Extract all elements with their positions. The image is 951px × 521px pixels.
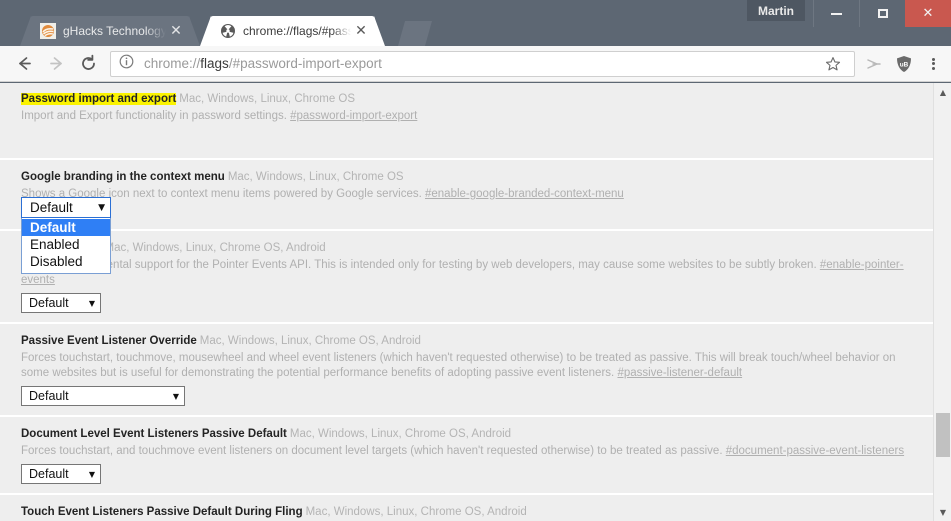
back-button[interactable] [8,48,40,80]
flag-title: Password import and export [21,93,177,105]
flag-description: Forces touchstart, touchmove, mousewheel… [21,352,896,379]
flag-platforms: Mac, Windows, Linux, Chrome OS [179,93,356,105]
flag-row: Password import and export Mac, Windows, … [0,83,933,160]
flag-permalink[interactable]: #document-passive-event-listeners [726,445,904,457]
tab-title: chrome://flags/#password [243,24,351,38]
close-button[interactable]: ✕ [905,0,951,27]
flag-platforms: Mac, Windows, Linux, Chrome OS, Android [289,428,512,440]
flag-select[interactable]: Default ▼ [21,293,101,313]
flag-platforms: Mac, Windows, Linux, Chrome OS, Android [305,506,527,518]
flag-header: Passive Event Listener Override Mac, Wind… [21,331,919,349]
url-path: /#password-import-export [228,56,382,71]
new-tab-button[interactable] [398,21,432,46]
flag-title: Google branding in the context menu [21,171,225,183]
window-controls: ✕ [813,0,951,27]
flag-header: Pointer EventsMac, Windows, Linux, Chrom… [21,238,919,256]
flag-permalink[interactable]: #password-import-export [290,110,417,122]
flag-header: Password import and export Mac, Windows, … [21,89,919,107]
flag-select-options: Default Enabled Disabled [21,218,111,274]
minimize-button[interactable] [813,0,859,27]
chrome-menu-button[interactable] [919,56,947,71]
chevron-down-icon: ▼ [88,298,95,308]
flag-description: Enables experimental support for the Poi… [21,259,904,286]
flag-select-open[interactable]: Default ▼ Default Enabled Disabled [21,197,111,274]
flags-list: Password import and export Mac, Windows, … [0,83,933,521]
flag-row: Touch Event Listeners Passive Default Du… [0,495,933,521]
flag-header: Document Level Event Listeners Passive D… [21,424,919,442]
flag-title: Touch Event Listeners Passive Default Du… [21,506,303,518]
flag-permalink[interactable]: #passive-listener-default [617,367,742,379]
browser-toolbar: chrome://flags/#password-import-export u… [0,46,951,82]
url-text: chrome://flags/#password-import-export [144,56,820,71]
ghacks-favicon [40,23,56,39]
browser-window: gHacks Technology News ✕ chrome://flags/… [0,0,951,521]
back-arrow-icon [18,57,31,70]
flag-select-trigger[interactable]: Default ▼ [21,197,111,218]
scroll-down-arrow[interactable]: ▼ [934,503,951,521]
flag-description: Forces touchstart, and touchmove event l… [21,445,905,457]
url-host: flags [200,56,229,71]
scroll-up-arrow[interactable]: ▲ [934,83,951,101]
flag-select-value: Default [30,200,73,215]
chevron-down-icon: ▼ [98,202,105,213]
svg-text:uB: uB [900,61,909,68]
browser-tab-ghacks[interactable]: gHacks Technology News ✕ [30,16,190,46]
share-extension-icon[interactable] [859,49,889,79]
browser-tab-chrome-flags[interactable]: chrome://flags/#password ✕ [210,16,375,46]
three-dot-menu-icon [931,56,935,71]
page-content: Password import and export Mac, Windows, … [0,83,951,521]
tab-title: gHacks Technology News [63,24,166,38]
info-icon[interactable] [119,54,135,74]
flag-platforms: Mac, Windows, Linux, Chrome OS, Android [199,335,421,347]
flag-title: Document Level Event Listeners Passive D… [21,428,287,440]
flag-platforms: Mac, Windows, Linux, Chrome OS [227,171,404,183]
flag-row: Document Level Event Listeners Passive D… [0,417,933,495]
flag-row: Pointer EventsMac, Windows, Linux, Chrom… [0,231,933,324]
bookmark-star-icon[interactable] [820,56,846,72]
ublock-shield-icon[interactable]: uB [889,49,919,79]
close-icon: ✕ [922,6,934,21]
flag-description: Shows a Google icon next to context menu… [21,188,624,200]
forward-arrow-icon [49,57,62,70]
user-profile-badge[interactable]: Martin [747,0,805,21]
flag-title: Passive Event Listener Override [21,335,197,347]
page-scrollbar[interactable]: ▲ ▼ [933,83,951,521]
address-bar[interactable]: chrome://flags/#password-import-export [110,50,855,77]
flag-header: Touch Event Listeners Passive Default Du… [21,502,919,520]
reload-button[interactable] [72,48,104,80]
forward-button[interactable] [40,48,72,80]
chevron-down-icon: ▼ [172,391,179,401]
option-default[interactable]: Default [22,219,110,236]
tab-close-icon[interactable]: ✕ [168,23,184,39]
tab-strip: gHacks Technology News ✕ chrome://flags/… [0,0,951,46]
option-disabled[interactable]: Disabled [22,253,110,270]
flag-row: Passive Event Listener Override Mac, Wind… [0,324,933,417]
radiation-favicon [220,23,236,39]
url-scheme: chrome:// [144,56,201,71]
flag-permalink[interactable]: #enable-google-branded-context-menu [425,188,624,200]
flag-platforms: Mac, Windows, Linux, Chrome OS, Android [104,242,326,254]
flag-select[interactable]: Default ▼ [21,464,101,484]
reload-icon [81,54,95,70]
tab-close-icon[interactable]: ✕ [353,23,369,39]
option-enabled[interactable]: Enabled [22,236,110,253]
flag-select[interactable]: Default ▼ [21,386,185,406]
maximize-button[interactable] [859,0,905,27]
scrollbar-thumb[interactable] [936,413,950,457]
flag-header: Google branding in the context menu Mac, … [21,167,919,185]
flag-row: Google branding in the context menu Mac, … [0,160,933,231]
flag-description: Import and Export functionality in passw… [21,110,418,122]
chevron-down-icon: ▼ [88,469,95,479]
